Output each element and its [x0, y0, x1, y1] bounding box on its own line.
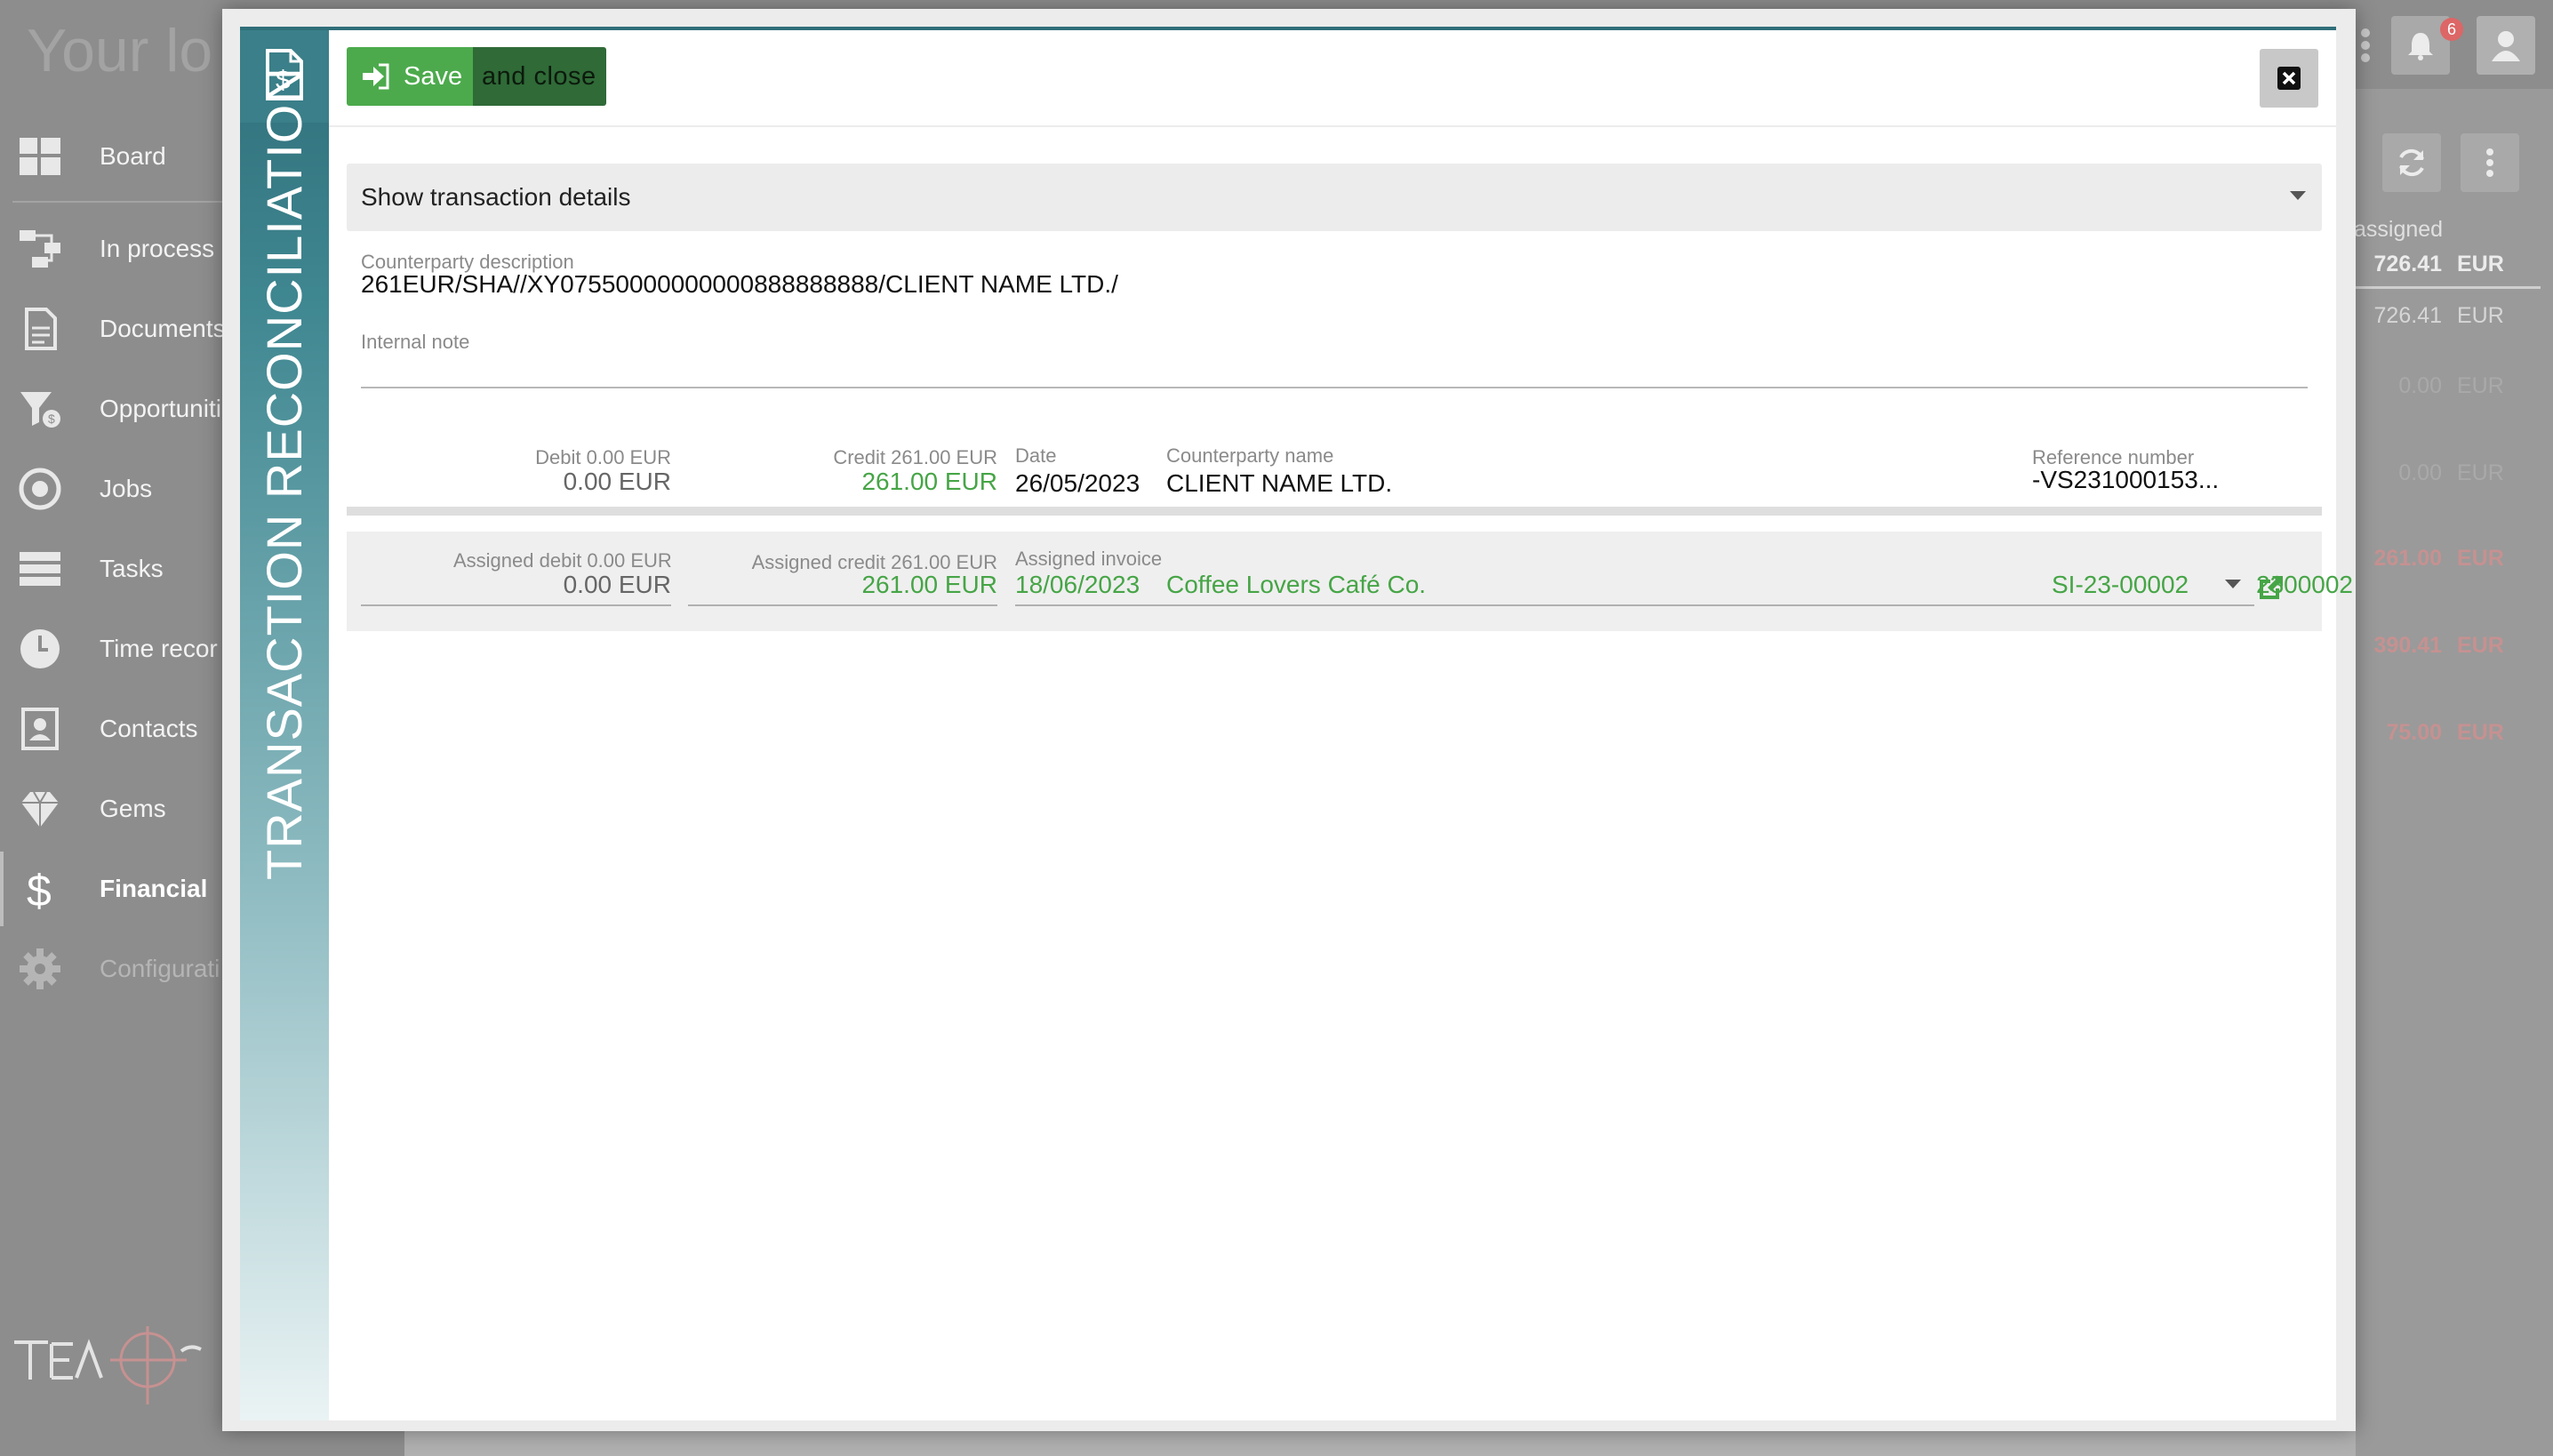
dialog-top-accent [240, 27, 2336, 30]
save-button[interactable]: Save [347, 47, 473, 106]
svg-text:$: $ [27, 867, 52, 911]
sidebar-item-label: In process [100, 235, 215, 262]
debit-value: 0.00 EUR [563, 468, 671, 495]
close-icon [2277, 67, 2301, 90]
user-menu-button[interactable] [2477, 16, 2535, 75]
assigned-debit-underline [361, 604, 671, 606]
sidebar-item-label: Jobs [100, 475, 153, 502]
close-dialog-button[interactable] [2260, 49, 2318, 108]
sidebar-item-tasks[interactable]: Tasks [0, 537, 222, 601]
sidebar-item-in-process[interactable]: In process [0, 217, 222, 281]
internal-note-underline [361, 387, 2308, 388]
assigned-invoice-underline [1015, 604, 2254, 606]
sidebar-item-configuration[interactable]: Configurati [0, 937, 222, 1001]
caret-down-icon [2290, 191, 2306, 200]
transaction-divider [347, 507, 2322, 516]
notification-badge: 6 [2440, 18, 2463, 41]
reference-number-value: -VS231000153... [2032, 466, 2220, 493]
opportunity-icon: $ [16, 385, 64, 433]
avatar-icon [2492, 31, 2520, 61]
tasks-icon [16, 545, 64, 593]
assigned-credit-value[interactable]: 261.00 EUR [720, 571, 997, 599]
sidebar-item-label: Documents [100, 315, 226, 342]
contacts-icon [16, 705, 64, 753]
jobs-icon [16, 465, 64, 513]
credit-label: Credit 261.00 EUR [833, 446, 997, 468]
counterparty-name-value: CLIENT NAME LTD. [1166, 469, 1393, 497]
board-icon [16, 132, 64, 180]
counterparty-name-label: Counterparty name [1166, 444, 1334, 467]
reconciliation-dialog: $ TRANSACTION RECONCILIATION Save and cl… [222, 9, 2356, 1431]
sidebar-item-label: Time recor [100, 635, 218, 662]
svg-text:$: $ [48, 412, 55, 426]
assigned-debit-value[interactable]: 0.00 EUR [453, 571, 671, 599]
invoice-number: SI-23-00002 [2052, 571, 2189, 598]
refresh-icon [2399, 148, 2424, 177]
dialog-title: TRANSACTION RECONCILIATION [256, 67, 312, 880]
logo-text: Your lo [27, 17, 213, 84]
gem-icon [16, 785, 64, 833]
debit-label: Debit 0.00 EUR [535, 446, 671, 468]
document-icon [16, 305, 64, 353]
invoice-date: 18/06/2023 [1015, 571, 1140, 598]
assigned-credit-underline [688, 604, 997, 606]
and-close-label: and close [482, 61, 596, 91]
process-icon [16, 225, 64, 273]
invoice-client: Coffee Lovers Café Co. [1166, 571, 1427, 598]
assigned-debit-label: Assigned debit 0.00 EUR [453, 549, 672, 572]
sidebar-item-board[interactable]: Board [0, 124, 222, 188]
clock-icon [16, 625, 64, 673]
bell-icon [2408, 33, 2433, 60]
and-close-button[interactable]: and close [473, 47, 606, 106]
header-divider [2356, 286, 2541, 289]
sidebar-item-label: Gems [100, 795, 166, 822]
dialog-content [240, 27, 2336, 1420]
sidebar-item-contacts[interactable]: Contacts [0, 697, 222, 761]
date-label: Date [1015, 444, 1057, 467]
sidebar-divider [12, 201, 222, 203]
sign-in-icon [363, 63, 389, 90]
sidebar-item-time-records[interactable]: Time recor [0, 617, 222, 681]
toolbar-divider [329, 125, 2336, 127]
sidebar-item-label: Financial [100, 875, 208, 902]
sidebar-item-label: Board [100, 142, 166, 170]
caret-down-icon[interactable] [2224, 578, 2242, 590]
save-label: Save [404, 61, 463, 91]
brand-logo-icon [14, 1326, 202, 1404]
show-transaction-details-toggle[interactable]: Show transaction details [347, 164, 2322, 231]
details-toggle-label: Show transaction details [361, 183, 631, 211]
menu-dots-icon[interactable] [2359, 27, 2372, 64]
gear-icon [16, 945, 64, 993]
credit-value: 261.00 EUR [861, 468, 997, 495]
save-and-close-button[interactable]: Save and close [347, 47, 606, 106]
sidebar-item-financial[interactable]: $ Financial [0, 857, 222, 921]
background-list-panel [2356, 89, 2553, 1456]
assigned-column-header: assigned [2354, 217, 2444, 242]
assigned-invoice-select[interactable]: 18/06/2023 Coffee Lovers Café Co. SI-23-… [1015, 569, 2353, 604]
more-options-button[interactable] [2461, 133, 2519, 192]
dialog-side-banner: $ TRANSACTION RECONCILIATION [240, 27, 329, 1420]
refresh-button[interactable] [2382, 133, 2441, 192]
sidebar-item-label: Tasks [100, 555, 164, 582]
internal-note-input[interactable] [361, 350, 2308, 386]
counterparty-description-value: 261EUR/SHA//XY07550000000000888888888/CL… [361, 270, 1118, 298]
sidebar-item-documents[interactable]: Documents [0, 297, 226, 361]
date-value: 26/05/2023 [1015, 469, 1140, 497]
dollar-icon: $ [16, 865, 64, 913]
sidebar-item-jobs[interactable]: Jobs [0, 457, 222, 521]
sidebar-item-opportunities[interactable]: $ Opportuniti [0, 377, 222, 441]
external-link-icon[interactable] [2256, 572, 2286, 603]
assigned-invoice-label: Assigned invoice [1015, 548, 1163, 570]
vertical-dots-icon [2486, 148, 2493, 177]
sidebar-item-label: Configurati [100, 955, 220, 982]
sidebar-item-gems[interactable]: Gems [0, 777, 222, 841]
sidebar-item-label: Opportuniti [100, 395, 221, 422]
sidebar-item-label: Contacts [100, 715, 198, 742]
